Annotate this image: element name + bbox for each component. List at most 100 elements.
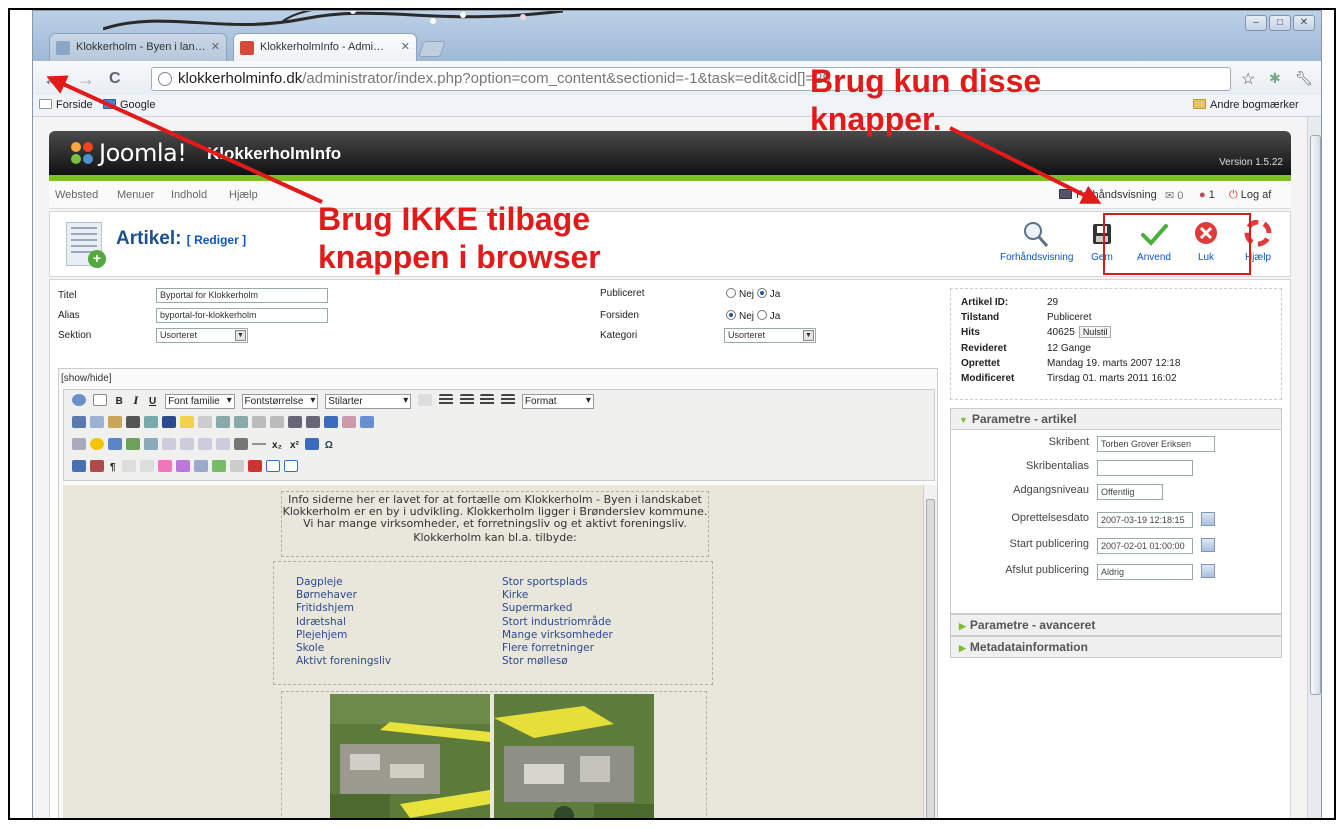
abbr-icon[interactable] bbox=[121, 460, 136, 472]
align-center-icon[interactable] bbox=[459, 394, 474, 407]
spellcheck-icon[interactable] bbox=[418, 394, 432, 407]
params-advanced-header[interactable]: ▶ Parametre - avanceret bbox=[950, 614, 1282, 636]
align-justify-icon[interactable] bbox=[501, 394, 516, 407]
anchor-icon[interactable] bbox=[324, 416, 338, 428]
help-icon[interactable] bbox=[72, 394, 86, 407]
reset-hits-button[interactable]: Nulstil bbox=[1078, 326, 1112, 338]
bullet-list-icon[interactable] bbox=[288, 416, 302, 428]
menu-hjaelp[interactable]: Hjælp bbox=[229, 189, 258, 201]
scrollbar-thumb[interactable] bbox=[926, 499, 935, 818]
clear-icon[interactable] bbox=[198, 416, 212, 428]
indent-icon[interactable] bbox=[234, 416, 248, 428]
document-area[interactable]: Info siderne her er lavet for at fortæll… bbox=[63, 485, 923, 818]
calendar-icon[interactable] bbox=[1201, 538, 1215, 552]
highlight-icon[interactable] bbox=[180, 416, 194, 428]
align-left-icon[interactable] bbox=[438, 394, 453, 407]
radio-yes[interactable] bbox=[756, 288, 767, 298]
align-right-icon[interactable] bbox=[480, 394, 495, 407]
numbered-list-icon[interactable] bbox=[306, 416, 320, 428]
col-icon[interactable] bbox=[216, 438, 230, 450]
published-radio[interactable]: Nej Ja bbox=[726, 288, 780, 300]
minimize-icon[interactable]: – bbox=[1245, 15, 1267, 31]
preview-button[interactable]: Forhåndsvisning bbox=[1000, 220, 1073, 263]
subscript-icon[interactable]: x₂ bbox=[272, 440, 282, 451]
acronym-icon[interactable] bbox=[139, 460, 154, 472]
underline-icon[interactable]: U bbox=[149, 396, 156, 407]
font-family-select[interactable]: Font familie bbox=[165, 394, 235, 409]
new-document-icon[interactable] bbox=[92, 394, 107, 407]
split-cells-icon[interactable] bbox=[180, 438, 194, 450]
row-icon[interactable] bbox=[198, 438, 212, 450]
paragraph-icon[interactable]: ¶ bbox=[110, 462, 116, 473]
table-icon[interactable] bbox=[72, 438, 86, 450]
logout-link[interactable]: ⏻ Log af bbox=[1229, 189, 1271, 202]
extension-icon[interactable]: ✱ bbox=[1269, 70, 1281, 87]
scrollbar-thumb[interactable] bbox=[1310, 135, 1321, 695]
edit-image-icon[interactable] bbox=[144, 438, 158, 450]
access-select[interactable]: Offentlig bbox=[1097, 484, 1163, 500]
params-article-header[interactable]: ▼ Parametre - artikel bbox=[950, 408, 1282, 430]
close-tab-icon[interactable]: ✕ bbox=[211, 40, 220, 53]
start-date-field[interactable]: 2007-02-01 01:00:00 bbox=[1097, 538, 1193, 554]
created-date-field[interactable]: 2007-03-19 12:18:15 bbox=[1097, 512, 1193, 528]
menu-indhold[interactable]: Indhold bbox=[171, 189, 207, 201]
close-tab-icon[interactable]: ✕ bbox=[401, 40, 410, 53]
undo-icon[interactable] bbox=[252, 416, 266, 428]
menu-websted[interactable]: Websted bbox=[55, 189, 98, 201]
media-icon[interactable] bbox=[108, 438, 122, 450]
rtl-icon[interactable] bbox=[90, 460, 104, 472]
styles-select[interactable]: Stilarter bbox=[325, 394, 412, 409]
bookmark-google[interactable]: Google bbox=[103, 99, 155, 111]
forward-arrow-icon[interactable]: → bbox=[77, 69, 95, 90]
show-hide-toggle[interactable]: [show/hide] bbox=[61, 373, 112, 384]
tab-admin[interactable]: KlokkerholmInfo - Admi… ✕ bbox=[233, 33, 417, 61]
address-bar[interactable]: klokkerholminfo.dk/administrator/index.p… bbox=[151, 67, 1231, 91]
nonbreaking-icon[interactable] bbox=[229, 460, 244, 472]
page-scrollbar[interactable] bbox=[1307, 117, 1321, 818]
section-select[interactable]: Usorteret ▼ bbox=[156, 328, 248, 343]
cut-icon[interactable] bbox=[72, 416, 86, 428]
template-icon[interactable] bbox=[211, 460, 226, 472]
frontpage-radio[interactable]: Nej Ja bbox=[726, 310, 780, 322]
calendar-icon[interactable] bbox=[1201, 564, 1215, 578]
fullscreen-icon[interactable] bbox=[304, 438, 319, 450]
bookmark-forside[interactable]: Forside bbox=[39, 99, 93, 111]
ltr-icon[interactable] bbox=[72, 460, 86, 472]
radio-no[interactable] bbox=[726, 288, 736, 298]
author-alias-field[interactable] bbox=[1097, 460, 1193, 476]
radio-no[interactable] bbox=[726, 310, 736, 320]
maximize-icon[interactable]: □ bbox=[1269, 15, 1291, 31]
hr-icon[interactable] bbox=[252, 438, 266, 450]
format-select[interactable]: Format bbox=[521, 394, 594, 409]
find-icon[interactable] bbox=[126, 416, 140, 428]
messages-count[interactable]: ✉︎ 0 bbox=[1165, 189, 1183, 202]
new-tab-button[interactable] bbox=[418, 41, 446, 57]
back-arrow-icon[interactable]: ← bbox=[43, 69, 61, 90]
metadata-header[interactable]: ▶ Metadatainformation bbox=[950, 636, 1282, 658]
cleanup-icon[interactable] bbox=[342, 416, 356, 428]
link-icon[interactable] bbox=[360, 416, 374, 428]
redo-icon[interactable] bbox=[270, 416, 284, 428]
italic-icon[interactable]: I bbox=[134, 396, 139, 407]
print-icon[interactable] bbox=[234, 438, 248, 450]
other-bookmarks[interactable]: Andre bogmærker bbox=[1193, 99, 1299, 111]
preview-icon[interactable] bbox=[283, 460, 298, 472]
close-window-icon[interactable]: ✕ bbox=[1293, 15, 1315, 31]
editor-scrollbar[interactable] bbox=[923, 485, 937, 818]
alias-field[interactable]: byportal-for-klokkerholm bbox=[156, 308, 328, 323]
users-count[interactable]: ● 1 bbox=[1199, 189, 1215, 201]
image-icon[interactable] bbox=[126, 438, 140, 450]
outdent-icon[interactable] bbox=[216, 416, 230, 428]
end-date-field[interactable]: Aldrig bbox=[1097, 564, 1193, 580]
frame-icon[interactable] bbox=[265, 460, 280, 472]
font-size-select[interactable]: Fontstørrelse bbox=[241, 394, 319, 409]
category-select[interactable]: Usorteret ▼ bbox=[724, 328, 816, 343]
layer-icon[interactable] bbox=[247, 460, 262, 472]
merge-cells-icon[interactable] bbox=[162, 438, 176, 450]
wrench-icon[interactable]: 🔧︎ bbox=[1295, 70, 1313, 87]
tab-klokkerholm[interactable]: Klokkerholm - Byen i lan… ✕ bbox=[49, 33, 227, 61]
preview-link[interactable]: Forhåndsvisning bbox=[1059, 189, 1157, 201]
reload-icon[interactable]: C bbox=[109, 70, 121, 88]
del-icon[interactable] bbox=[157, 460, 172, 472]
smiley-icon[interactable] bbox=[90, 438, 104, 450]
